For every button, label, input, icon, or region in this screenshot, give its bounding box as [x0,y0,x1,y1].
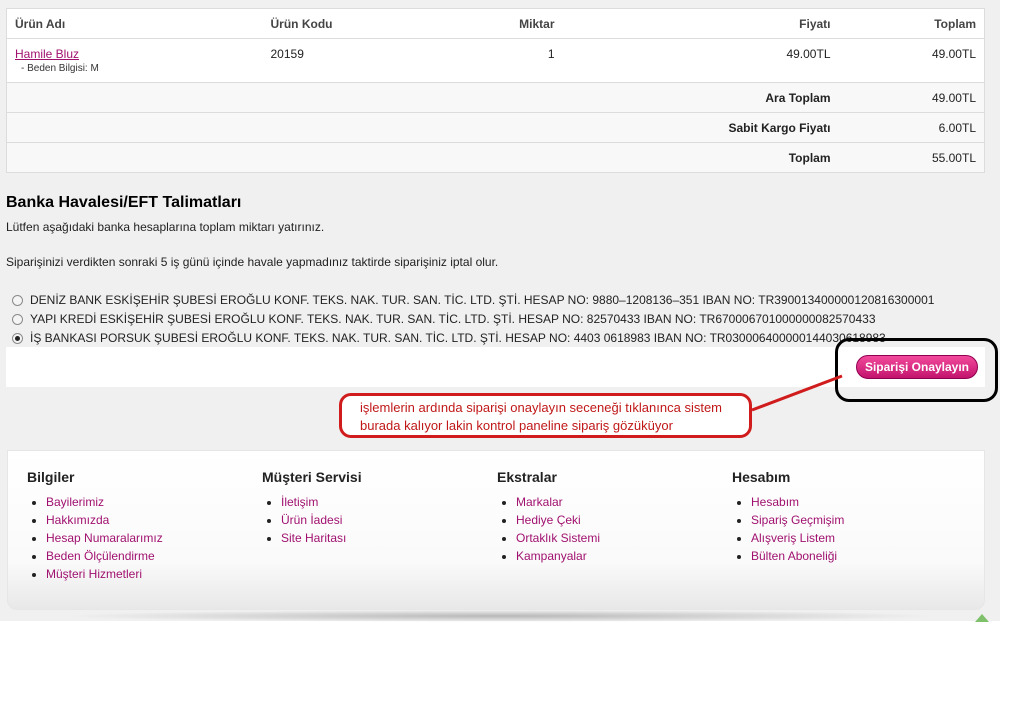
footer-shadow [60,610,940,622]
footer-column-title: Müşteri Servisi [262,469,362,485]
footer-column-title: Ekstralar [497,469,557,485]
annotation-line-2: burada kalıyor lakin kontrol paneline si… [360,418,673,433]
footer-link[interactable]: İletişim [281,495,318,509]
footer-column-title: Bilgiler [27,469,75,485]
footer-link[interactable]: Kampanyalar [516,549,587,563]
footer-link[interactable]: Alışveriş Listem [751,531,835,545]
footer-link[interactable]: Bülten Aboneliği [751,549,837,563]
footer-column-hesabim: Hesabım Hesabım Sipariş Geçmişim Alışver… [732,469,844,565]
footer-link[interactable]: Hesap Numaralarımız [46,531,163,545]
scroll-top-icon[interactable] [975,614,989,622]
footer-link[interactable]: Bayilerimiz [46,495,104,509]
footer-link[interactable]: Markalar [516,495,563,509]
footer-link[interactable]: Ortaklık Sistemi [516,531,600,545]
footer-link[interactable]: Hakkımızda [46,513,109,527]
annotation-callout: işlemlerin ardında siparişi onaylayın se… [339,393,752,438]
footer-link[interactable]: Hediye Çeki [516,513,581,527]
footer-column-title: Hesabım [732,469,791,485]
annotation-line-1: işlemlerin ardında siparişi onaylayın se… [360,400,723,415]
footer-link[interactable]: Müşteri Hizmetleri [46,567,142,581]
footer-column-musteri-servisi: Müşteri Servisi İletişim Ürün İadesi Sit… [262,469,362,547]
footer-link[interactable]: Beden Ölçülendirme [46,549,155,563]
footer-link[interactable]: Sipariş Geçmişim [751,513,844,527]
footer: Bilgiler Bayilerimiz Hakkımızda Hesap Nu… [7,450,985,610]
footer-column-bilgiler: Bilgiler Bayilerimiz Hakkımızda Hesap Nu… [27,469,163,583]
footer-column-ekstralar: Ekstralar Markalar Hediye Çeki Ortaklık … [497,469,600,565]
footer-link[interactable]: Ürün İadesi [281,513,342,527]
footer-link[interactable]: Site Haritası [281,531,346,545]
footer-link[interactable]: Hesabım [751,495,799,509]
